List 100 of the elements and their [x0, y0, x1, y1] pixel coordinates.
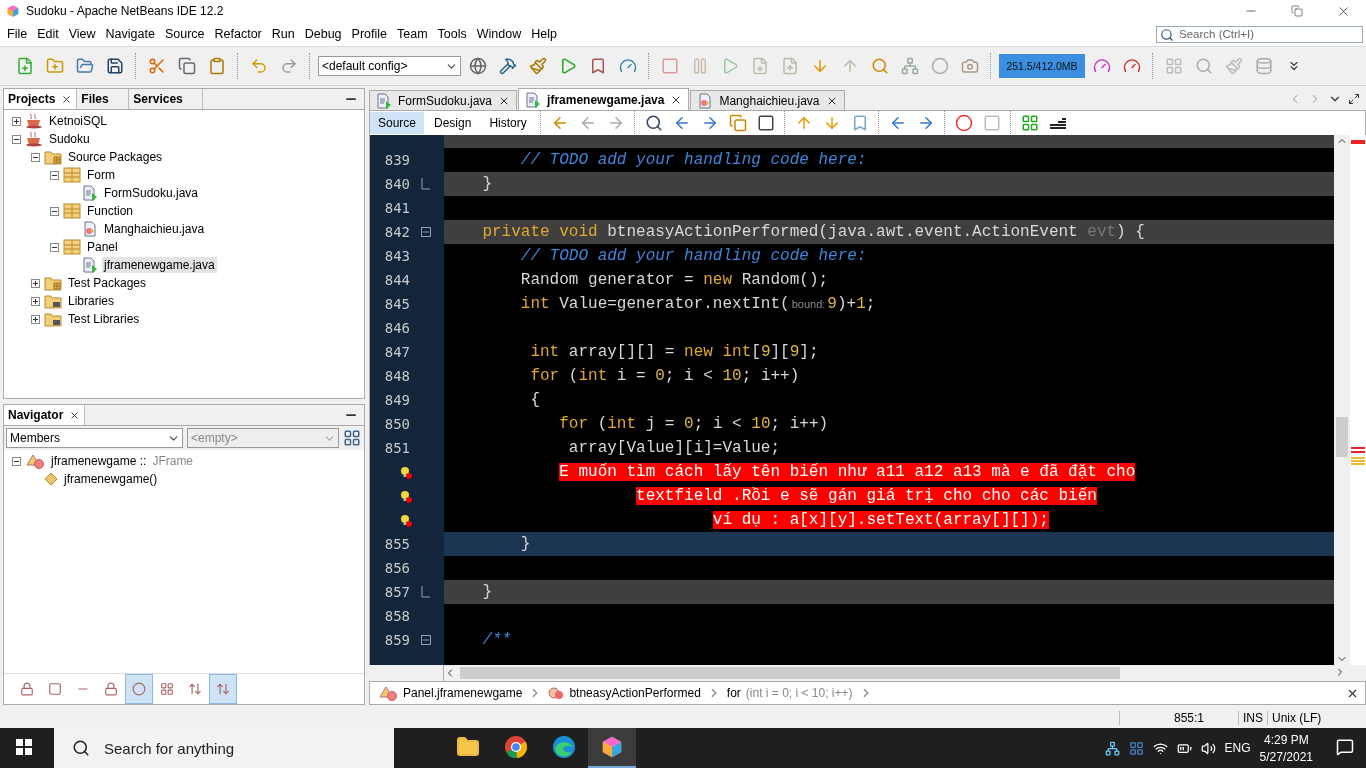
line-ending: Unix (LF)	[1267, 710, 1366, 725]
code-text: Random();	[740, 270, 829, 291]
tree-item[interactable]: FormSudoku.java	[102, 185, 201, 201]
line-number: 849	[383, 392, 410, 408]
tree-item[interactable]: Source Packages	[66, 149, 165, 165]
menu-item[interactable]: Tools	[432, 25, 472, 43]
error-text: textfield .Rồi e sẽ gán giá trị cho cho các biến	[635, 486, 1097, 507]
code-text: new int	[684, 342, 752, 363]
insert-mode: INS	[1238, 710, 1267, 725]
code-text: for	[529, 366, 560, 387]
line-number: 859	[383, 632, 410, 648]
code-text: int	[578, 366, 608, 387]
code-text: // TODO add your handling code here:	[519, 246, 867, 267]
code-text: }	[481, 582, 492, 603]
code-text: ; i++)	[770, 414, 829, 435]
code-text: )+	[836, 294, 857, 315]
line-number: 857	[383, 584, 410, 600]
code-text: ; i++)	[741, 366, 800, 387]
code-text: int	[519, 294, 550, 315]
tree-item[interactable]: KetnoiSQL	[47, 113, 110, 129]
code-text: btneasyActionPerformed(java.awt.event.ActionEvent	[606, 222, 1078, 243]
menu-item[interactable]: Debug	[299, 25, 347, 43]
breadcrumb[interactable]: Panel.jframenewgame	[376, 685, 525, 701]
language-indicator[interactable]: ENG	[1224, 741, 1251, 755]
code-text: (	[567, 366, 579, 387]
code-text: array[Value][i]=Value;	[567, 438, 781, 459]
line-number: 848	[383, 368, 410, 384]
line-number: 842	[383, 224, 410, 240]
tree-item[interactable]: jframenewgame()	[62, 471, 160, 487]
taskbar-search[interactable]: Search for anything	[54, 728, 394, 768]
tree-item[interactable]: jframenewgame ::	[49, 453, 149, 469]
code-text: j =	[644, 414, 676, 435]
tree-item[interactable]: Manghaichieu.java	[102, 221, 207, 237]
panel-tab[interactable]: Projects	[4, 89, 78, 109]
breadcrumb[interactable]: btneasyActionPerformed	[546, 686, 703, 700]
code-text: 10	[751, 414, 771, 435]
line-number: 851	[383, 440, 410, 456]
line-number: 840	[383, 176, 410, 192]
code-text: ; i <	[693, 414, 743, 435]
menu-item[interactable]: Profile	[346, 25, 392, 43]
editor-tab[interactable]: Manghaichieu.java	[690, 90, 845, 110]
menu-item[interactable]: Navigate	[100, 25, 160, 43]
code-text: {	[529, 390, 540, 411]
editor-tab[interactable]: jframenewgame.java	[518, 88, 690, 110]
code-text: Value=generator.nextInt(	[558, 294, 790, 315]
tree-item[interactable]: Sudoku	[47, 131, 92, 147]
code-text: evt	[1086, 222, 1117, 243]
tree-item[interactable]: Function	[85, 203, 136, 219]
code-text: i =	[615, 366, 647, 387]
window-title: Sudoku - Apache NetBeans IDE 12.2	[26, 4, 224, 18]
menu-item[interactable]: View	[63, 25, 101, 43]
tree-item[interactable]: jframenewgame.java	[102, 257, 217, 273]
code-text: 9	[760, 342, 771, 363]
code-text: (	[596, 414, 608, 435]
panel-tab[interactable]: Navigator	[4, 405, 86, 425]
breadcrumb[interactable]: for (int i = 0; i < 10; i++)	[724, 686, 855, 700]
menu-item[interactable]: Window	[471, 25, 527, 43]
line-number: 855	[383, 536, 410, 552]
line-number: 856	[383, 560, 410, 576]
code-text: private void	[481, 222, 598, 243]
clock[interactable]: 4:29 PM 5/27/2021	[1259, 732, 1313, 764]
memory-meter[interactable]: 251.5/412.0MB	[999, 54, 1085, 78]
code-text: ;	[865, 294, 876, 315]
line-number: 844	[383, 272, 410, 288]
editor-tab[interactable]: FormSudoku.java	[369, 90, 518, 110]
search-field[interactable]: Search (Ctrl+I)	[1156, 25, 1363, 43]
code-text: 9	[827, 294, 837, 315]
code-text: ][	[770, 342, 790, 363]
tree-item[interactable]: Libraries	[66, 293, 117, 309]
tree-item[interactable]: Test Libraries	[66, 311, 142, 327]
menu-item[interactable]: Edit	[32, 25, 64, 43]
code-text: for	[558, 414, 589, 435]
code-text: 1	[856, 294, 866, 315]
tree-item[interactable]: Test Packages	[66, 275, 149, 291]
menu-item[interactable]: Team	[392, 25, 433, 43]
code-text: ];	[799, 342, 819, 363]
code-text: 9	[789, 342, 800, 363]
config-dropdown[interactable]: <default config>	[318, 56, 461, 76]
tree-item[interactable]: Form	[85, 167, 117, 183]
members-dropdown[interactable]: Members	[6, 428, 183, 448]
line-number: 850	[383, 416, 410, 432]
menu-item[interactable]: Refactor	[209, 25, 267, 43]
view-tab[interactable]: Source	[370, 112, 425, 134]
menu-item[interactable]: Source	[159, 25, 210, 43]
menu-item[interactable]: Help	[526, 25, 562, 43]
menu-item[interactable]: File	[2, 25, 33, 43]
view-tab[interactable]: Design	[426, 112, 480, 134]
line-number: 839	[383, 152, 410, 168]
code-text: /**	[481, 630, 512, 651]
code-text: // TODO add your handling code here:	[519, 150, 867, 171]
view-tab[interactable]: History	[481, 112, 535, 134]
menu-item[interactable]: Run	[266, 25, 300, 43]
line-number: 843	[383, 248, 410, 264]
code-text: 10	[722, 366, 742, 387]
tree-item[interactable]: Panel	[85, 239, 120, 255]
line-number: 847	[383, 344, 410, 360]
line-number: 841	[383, 200, 410, 216]
code-text: 0	[655, 366, 665, 387]
code-text: Random generator =	[519, 270, 695, 291]
code-text: int	[529, 342, 560, 363]
